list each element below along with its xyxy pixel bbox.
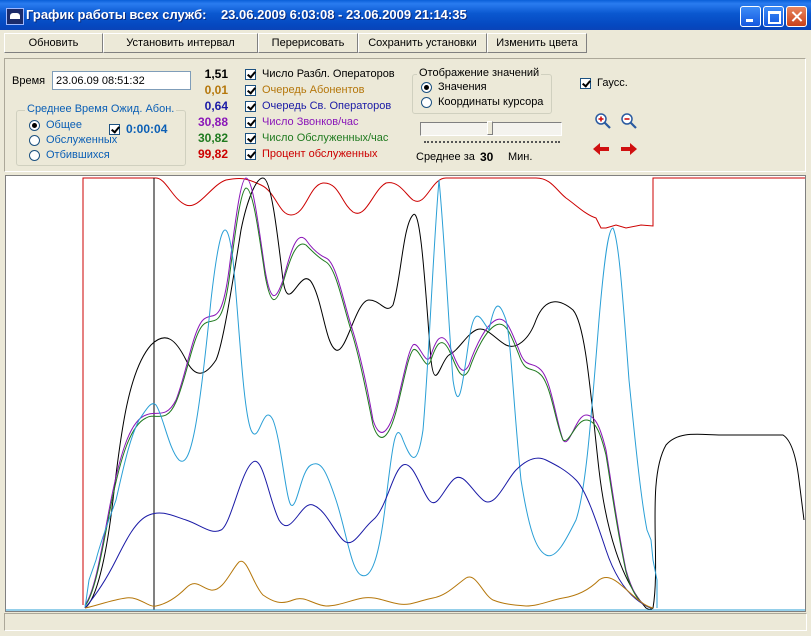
zoom-in-icon[interactable] xyxy=(594,112,612,130)
series-checkbox-calls-per-hour[interactable] xyxy=(245,117,256,128)
series-label-free-operators: Очередь Св. Операторов xyxy=(262,100,392,112)
gauss-label[interactable]: Гаусс. xyxy=(597,77,628,89)
series-checkbox-free-operators[interactable] xyxy=(245,101,256,112)
series-line-free-operators xyxy=(84,457,652,609)
series-label-calls-per-hour: Число Звонков/час xyxy=(262,116,359,128)
series-label-served-per-hour: Число Обслуженных/час xyxy=(262,132,389,144)
radio-cursor-coords-label[interactable]: Координаты курсора xyxy=(438,96,543,108)
time-label: Время xyxy=(12,75,46,87)
avg-wait-checkbox[interactable] xyxy=(109,124,120,135)
slider-ticks xyxy=(424,141,560,145)
maximize-button[interactable] xyxy=(763,6,784,27)
series-value-percent-served: 99,82 xyxy=(197,147,228,161)
radio-overall-label[interactable]: Общее xyxy=(46,119,82,131)
gauss-checkbox[interactable] xyxy=(580,78,591,89)
arrow-right-icon[interactable] xyxy=(620,140,638,158)
series-checkbox-busy-operators[interactable] xyxy=(245,69,256,80)
series-label-caller-queue: Очередь Абонентов xyxy=(262,84,365,96)
avg-wait-value: 0:00:04 xyxy=(126,122,168,136)
avg-wait-title: Среднее Время Ожид. Абон. xyxy=(25,103,177,115)
series-value-served-per-hour: 30,82 xyxy=(197,131,228,145)
series-value-free-operators: 0,64 xyxy=(204,99,228,113)
minimize-button[interactable] xyxy=(740,6,761,27)
window-title: График работы всех служб: 23.06.2009 6:0… xyxy=(26,7,467,22)
radio-values-label[interactable]: Значения xyxy=(438,81,487,93)
radio-values[interactable] xyxy=(421,82,432,93)
radio-served-label[interactable]: Обслуженных xyxy=(46,134,117,146)
set-interval-button[interactable]: Установить интервал xyxy=(103,33,258,53)
series-value-caller-queue: 0,01 xyxy=(204,83,228,97)
average-label: Среднее за xyxy=(416,151,475,163)
status-bar xyxy=(4,613,807,631)
chart-area[interactable] xyxy=(5,175,806,612)
save-settings-button[interactable]: Сохранить установки xyxy=(358,33,487,53)
arrow-left-icon[interactable] xyxy=(592,140,610,158)
radio-served[interactable] xyxy=(29,135,40,146)
chart-canvas[interactable] xyxy=(6,176,805,611)
average-slider-thumb[interactable] xyxy=(487,121,493,135)
change-colors-button[interactable]: Изменить цвета xyxy=(487,33,587,53)
series-line-cyan xyxy=(84,179,658,609)
series-line-busy-operators xyxy=(84,177,805,610)
series-value-calls-per-hour: 30,88 xyxy=(197,115,228,129)
radio-cursor-coords[interactable] xyxy=(421,97,432,108)
refresh-button[interactable]: Обновить xyxy=(4,33,103,53)
main-window: График работы всех служб: 23.06.2009 6:0… xyxy=(0,0,811,636)
title-bar[interactable]: График работы всех служб: 23.06.2009 6:0… xyxy=(0,0,811,30)
redraw-button[interactable]: Перерисовать xyxy=(258,33,358,53)
series-line-calls-per-hour xyxy=(84,177,652,609)
series-line-served-per-hour xyxy=(84,187,652,609)
close-button[interactable] xyxy=(786,6,807,27)
series-checkbox-caller-queue[interactable] xyxy=(245,85,256,96)
average-value: 30 xyxy=(480,150,494,164)
series-value-busy-operators: 1,51 xyxy=(204,67,228,81)
series-line-caller-queue xyxy=(84,560,654,609)
display-mode-group: Отображение значений xyxy=(412,67,552,114)
average-unit: Мин. xyxy=(508,151,533,163)
time-field[interactable] xyxy=(52,71,191,90)
radio-dropped[interactable] xyxy=(29,150,40,161)
series-checkbox-percent-served[interactable] xyxy=(245,149,256,160)
series-label-busy-operators: Число Разбл. Операторов xyxy=(262,68,395,80)
series-checkbox-served-per-hour[interactable] xyxy=(245,133,256,144)
phone-icon xyxy=(6,8,24,25)
radio-dropped-label[interactable]: Отбившихся xyxy=(46,149,110,161)
display-mode-title: Отображение значений xyxy=(417,67,542,79)
radio-overall[interactable] xyxy=(29,120,40,131)
zoom-out-icon[interactable] xyxy=(620,112,638,130)
series-label-percent-served: Процент обслуженных xyxy=(262,148,378,160)
